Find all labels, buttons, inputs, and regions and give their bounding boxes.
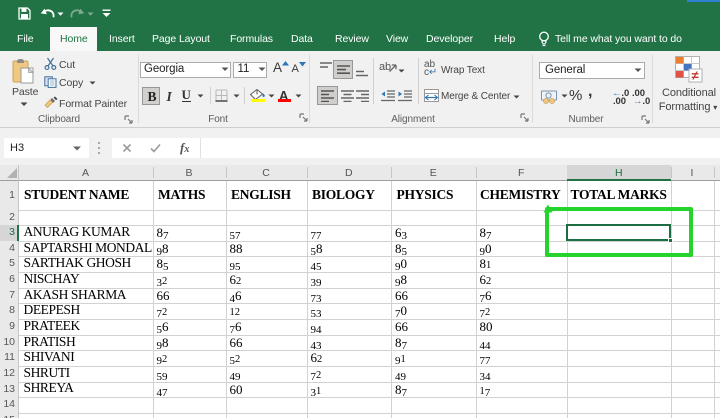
svg-text:≠: ≠ — [692, 68, 699, 83]
